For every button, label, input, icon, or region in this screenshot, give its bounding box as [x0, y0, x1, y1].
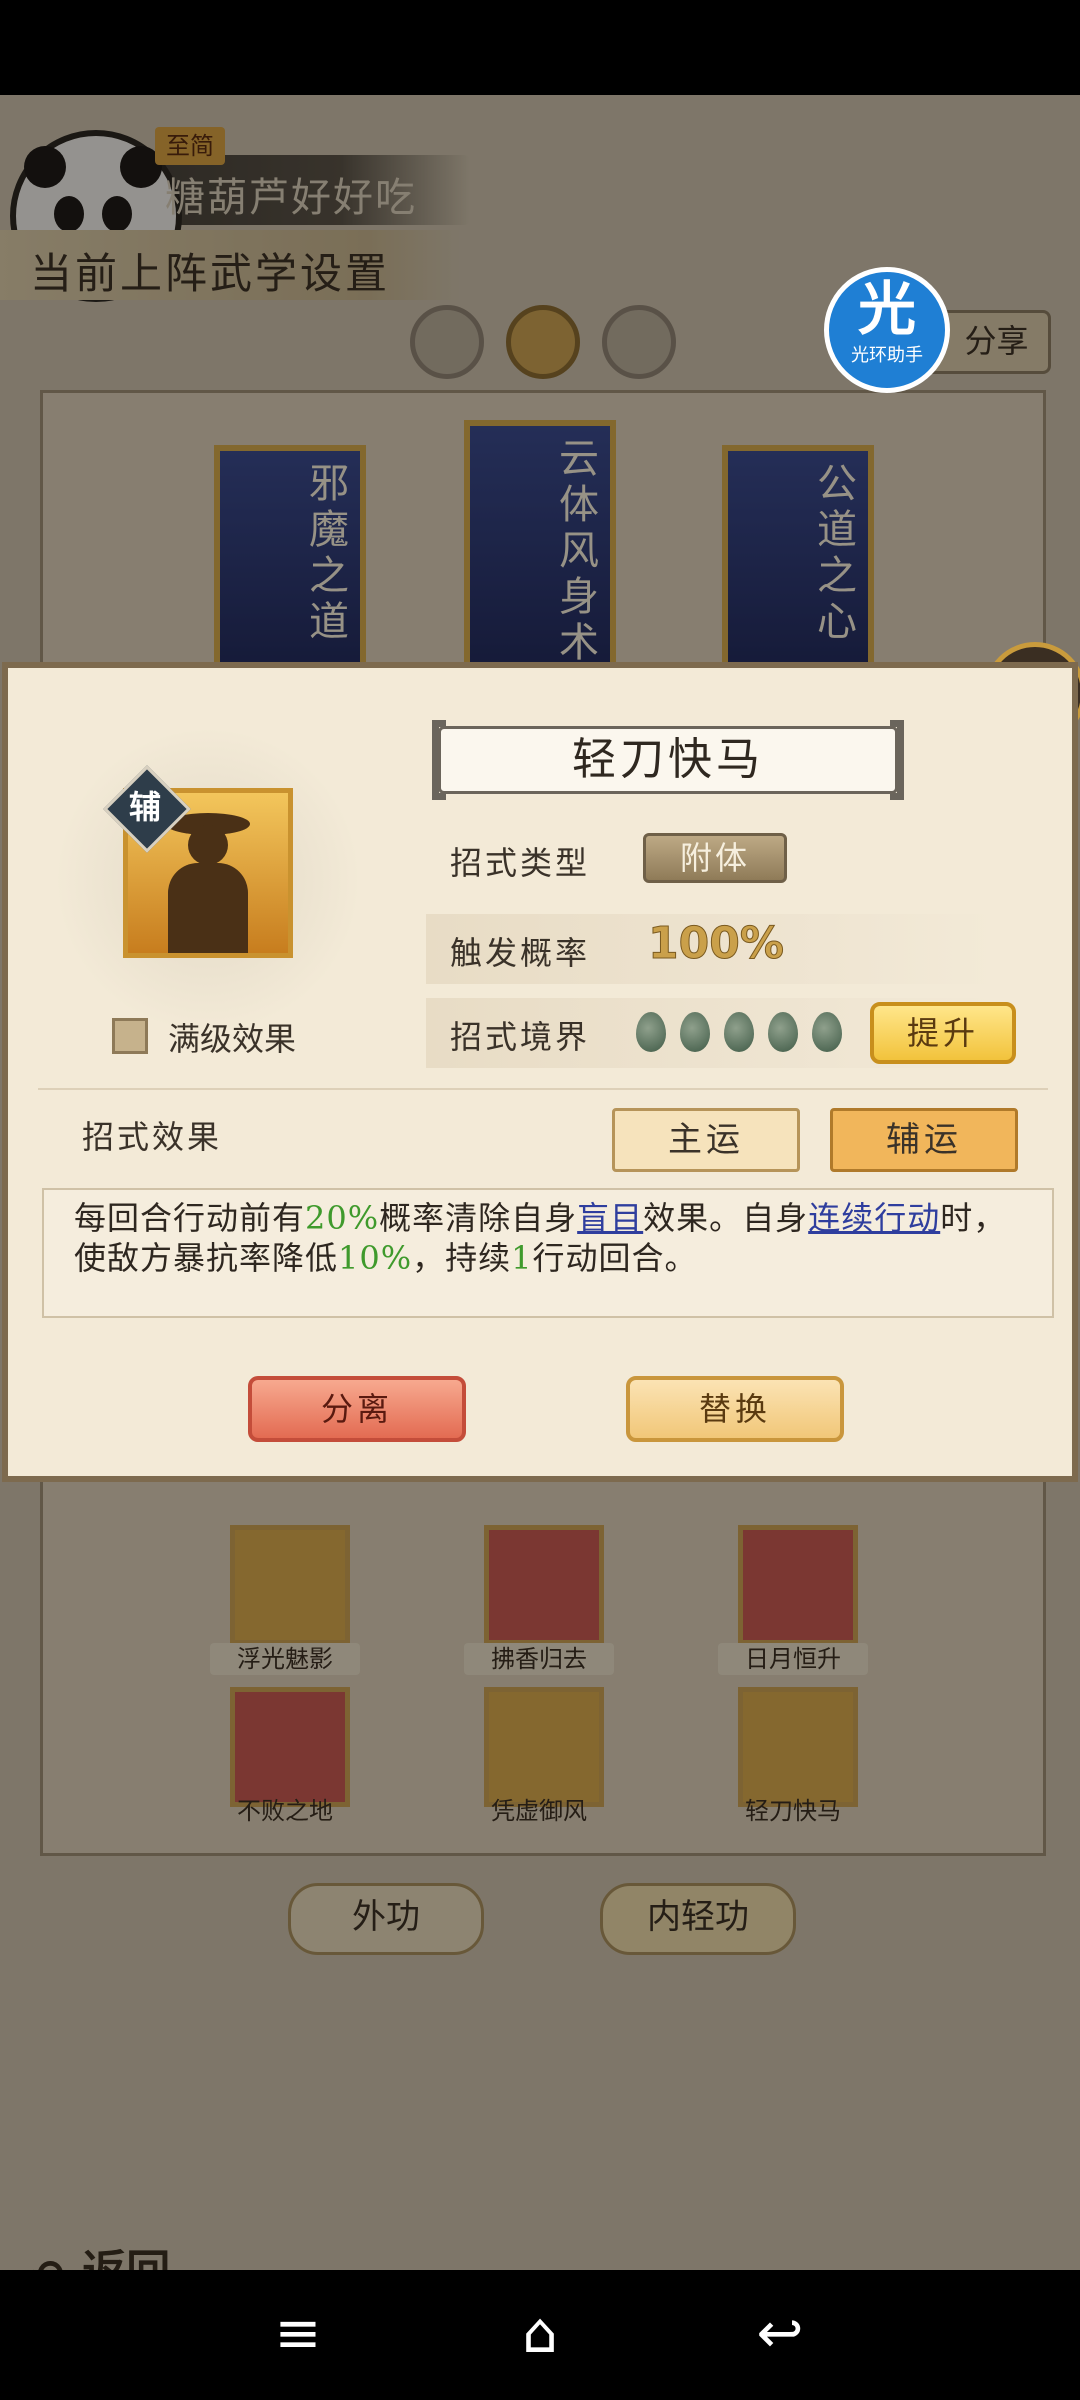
skill-slot-1[interactable]: [230, 1525, 350, 1645]
back-icon[interactable]: ↩: [740, 2304, 820, 2364]
prob-value: 100%: [648, 918, 785, 970]
martial-card-2[interactable]: 云体风身术: [464, 420, 616, 677]
skill-slot-label: 日月恒升: [718, 1643, 868, 1675]
skill-slot-label: 轻刀快马: [745, 1797, 841, 1825]
effect-description-box: 每回合行动前有20%概率清除自身盲目效果。自身连续行动时，使敌方暴抗率降低10%…: [42, 1188, 1054, 1318]
replace-button[interactable]: 替换: [626, 1376, 844, 1442]
realm-orb-icon: [680, 1012, 710, 1052]
skill-slot-4[interactable]: [230, 1687, 350, 1807]
home-icon[interactable]: ⌂: [500, 2304, 580, 2364]
skill-slot-label: 不败之地: [237, 1797, 333, 1825]
upgrade-button[interactable]: 提升: [870, 1002, 1016, 1064]
skill-slot-3[interactable]: [738, 1525, 858, 1645]
desc-value: 10%: [338, 1239, 413, 1277]
mode-tab-sun[interactable]: [506, 305, 580, 379]
desc-value: 1: [511, 1239, 533, 1277]
skill-title: 轻刀快马: [572, 734, 764, 785]
skill-slot-label: 浮光魅影: [210, 1643, 360, 1675]
tab-inner-skill-label: 内轻功: [647, 1897, 749, 1937]
realm-label: 招式境界: [450, 1018, 591, 1056]
desc-text: 效果。自身: [643, 1199, 809, 1237]
helper-small: 光环助手: [851, 345, 923, 366]
tab-main-run[interactable]: 主运: [612, 1108, 800, 1172]
keyword-link-blind[interactable]: 盲目: [577, 1199, 643, 1237]
skill-slot-6[interactable]: [738, 1687, 858, 1807]
back-arrow-icon: ↶: [30, 2246, 67, 2270]
full-effect-label: 满级效果: [168, 1020, 297, 1058]
share-label: 分享: [964, 322, 1029, 360]
type-value: 附体: [643, 833, 787, 883]
skill-title-frame: 轻刀快马: [438, 726, 898, 794]
card-name: 公道之心: [817, 461, 857, 645]
effect-description: 每回合行动前有20%概率清除自身盲目效果。自身连续行动时，使敌方暴抗率降低10%…: [74, 1198, 1034, 1278]
martial-card-1[interactable]: 邪魔之道: [214, 445, 366, 677]
realm-orb-icon: [724, 1012, 754, 1052]
effect-label: 招式效果: [82, 1118, 223, 1156]
tab-inner-skill[interactable]: 内轻功: [600, 1883, 796, 1955]
tab-outer-skill[interactable]: 外功: [288, 1883, 484, 1955]
skill-slot-5[interactable]: [484, 1687, 604, 1807]
card-name: 邪魔之道: [309, 461, 349, 645]
back-label: 返回: [82, 2246, 170, 2270]
desc-text: ，持续: [412, 1239, 512, 1277]
tab-assist-run[interactable]: 辅运: [830, 1108, 1018, 1172]
prob-label: 触发概率: [450, 934, 591, 972]
system-nav-bar: ≡ ⌂ ↩: [0, 2270, 1080, 2400]
skill-detail-dialog: 辅 满级效果 轻刀快马 招式类型 附体 触发概率 100% 招式境界 提升 招式…: [2, 662, 1078, 1482]
back-button[interactable]: ↶ 返回: [30, 2235, 170, 2270]
rank-tag: 至简: [155, 127, 225, 165]
helper-big: 光: [857, 275, 916, 343]
skill-slot-label: 凭虚御风: [491, 1797, 587, 1825]
keyword-link-consecutive[interactable]: 连续行动: [808, 1199, 940, 1237]
desc-text: 行动回合。: [532, 1239, 698, 1277]
full-effect-checkbox[interactable]: [112, 1018, 148, 1054]
divider: [38, 1088, 1048, 1090]
section-title-text: 当前上阵武学设置: [30, 249, 391, 298]
tab-outer-skill-label: 外功: [352, 1897, 420, 1937]
helper-badge-icon[interactable]: 光 光环助手: [824, 267, 950, 393]
type-label: 招式类型: [450, 844, 591, 882]
realm-orb-icon: [768, 1012, 798, 1052]
skill-slot-label: 拂香归去: [464, 1643, 614, 1675]
menu-icon[interactable]: ≡: [258, 2304, 338, 2364]
skill-slot-2[interactable]: [484, 1525, 604, 1645]
player-name: 糖葫芦好好吃: [165, 175, 417, 221]
desc-text: 每回合行动前有: [74, 1199, 306, 1237]
desc-text: 概率清除自身: [379, 1199, 578, 1237]
assist-badge-label: 辅: [128, 788, 161, 826]
martial-card-3[interactable]: 公道之心: [722, 445, 874, 677]
realm-orb-icon: [636, 1012, 666, 1052]
realm-orb-icon: [812, 1012, 842, 1052]
mode-tab-moon[interactable]: [410, 305, 484, 379]
section-title: 当前上阵武学设置: [0, 230, 460, 300]
desc-value: 20%: [305, 1199, 380, 1237]
status-bar: [0, 0, 1080, 95]
card-name: 云体风身术: [559, 436, 599, 666]
detach-button[interactable]: 分离: [248, 1376, 466, 1442]
mode-tab-eclipse[interactable]: [602, 305, 676, 379]
